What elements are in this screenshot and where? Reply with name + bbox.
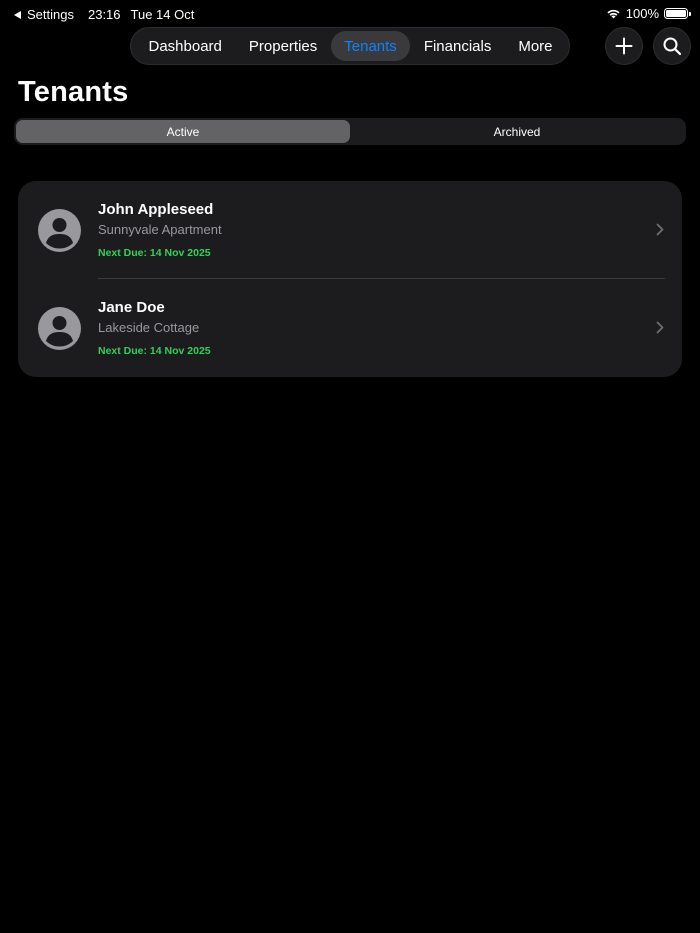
status-right: 100% xyxy=(606,6,691,21)
tab-dashboard[interactable]: Dashboard xyxy=(135,31,235,61)
tab-financials[interactable]: Financials xyxy=(410,31,505,61)
tab-more[interactable]: More xyxy=(505,31,566,61)
battery-level-fill xyxy=(666,10,686,17)
tenant-next-due: Next Due: 14 Nov 2025 xyxy=(98,345,211,357)
status-left: Settings 23:16 Tue 14 Oct xyxy=(14,7,194,22)
battery-icon xyxy=(664,8,691,19)
plus-icon xyxy=(615,37,633,55)
tab-tenants[interactable]: Tenants xyxy=(330,31,411,61)
status-segmented-control: Active Archived xyxy=(14,118,686,145)
person-avatar-icon xyxy=(38,209,81,252)
tenants-list: John Appleseed Sunnyvale Apartment Next … xyxy=(18,181,682,377)
chevron-right-icon xyxy=(656,223,664,236)
search-icon xyxy=(663,37,682,56)
wifi-icon xyxy=(607,9,620,19)
chevron-right-icon xyxy=(656,321,664,334)
battery-percent: 100% xyxy=(625,6,659,21)
tenant-row[interactable]: John Appleseed Sunnyvale Apartment Next … xyxy=(18,181,682,279)
tenant-name: John Appleseed xyxy=(98,201,214,218)
top-tab-bar: Dashboard Properties Tenants Financials … xyxy=(130,27,570,65)
segment-active[interactable]: Active xyxy=(16,120,350,143)
add-button[interactable] xyxy=(605,27,643,65)
page-title: Tenants xyxy=(18,76,129,108)
tenant-name: Jane Doe xyxy=(98,299,165,316)
status-time: 23:16 xyxy=(87,7,121,22)
tenant-row[interactable]: Jane Doe Lakeside Cottage Next Due: 14 N… xyxy=(18,279,682,377)
tenants-screen: Settings 23:16 Tue 14 Oct 100% Dashboard… xyxy=(0,0,700,933)
back-arrow-icon[interactable] xyxy=(14,10,21,19)
person-avatar-icon xyxy=(38,307,81,350)
tab-properties[interactable]: Properties xyxy=(235,31,330,61)
segment-archived[interactable]: Archived xyxy=(350,120,684,143)
tenant-property: Lakeside Cottage xyxy=(98,320,200,335)
tenant-next-due: Next Due: 14 Nov 2025 xyxy=(98,247,211,259)
search-button[interactable] xyxy=(653,27,691,65)
status-bar: Settings 23:16 Tue 14 Oct 100% xyxy=(0,0,700,28)
tenant-property: Sunnyvale Apartment xyxy=(98,222,222,237)
status-date: Tue 14 Oct xyxy=(130,7,195,22)
back-to-settings-link[interactable]: Settings xyxy=(27,7,74,22)
